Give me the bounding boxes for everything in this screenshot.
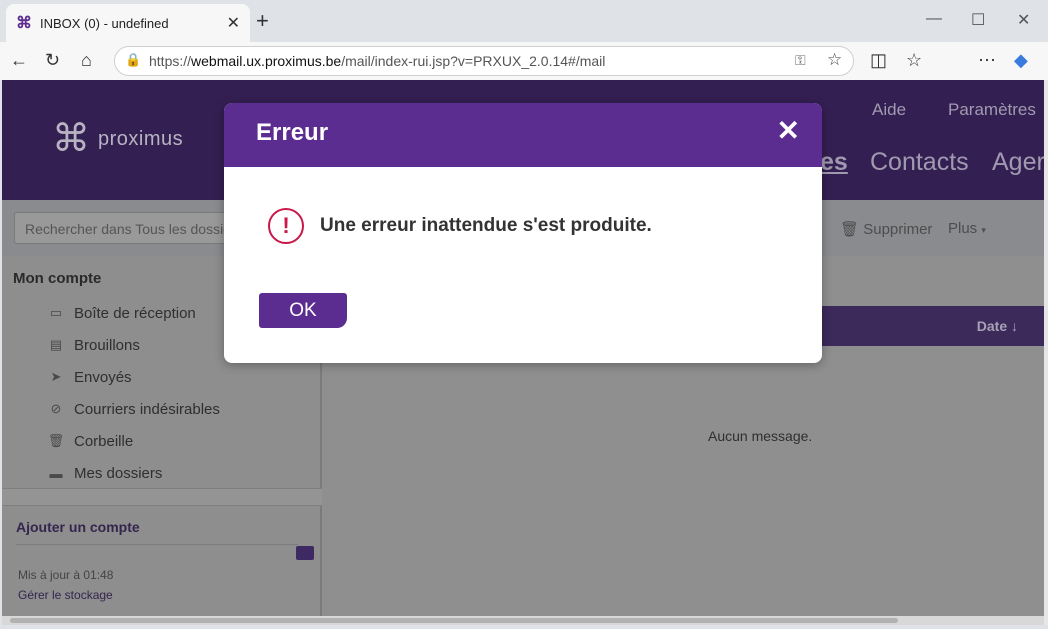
key-icon[interactable]: ⚿ [795,52,806,69]
window-close-icon[interactable]: ✕ [1017,10,1030,30]
close-icon[interactable]: ✕ [777,117,800,145]
date-sort-header[interactable]: Date ↓ [977,318,1018,334]
new-tab-icon[interactable]: + [256,10,269,32]
address-bar[interactable]: 🔒 https://webmail.ux.proximus.be/mail/in… [114,46,854,76]
alert-icon: ! [268,208,304,244]
nav-contacts[interactable]: Contacts [870,148,969,177]
help-link[interactable]: Aide [872,100,906,120]
tab-title: INBOX (0) - undefined [40,15,169,31]
chevron-down-icon: ▾ [981,225,986,235]
minimize-icon[interactable]: — [926,10,942,28]
browser-tab[interactable]: ⌘ INBOX (0) - undefined ✕ [6,4,250,42]
trash-icon: 🗑 [47,433,65,448]
last-updated-text: Mis à jour à 01:48 [18,568,114,582]
split-screen-icon[interactable]: ◫ [870,50,887,70]
search-input[interactable]: Rechercher dans Tous les dossiers [14,212,244,244]
settings-link[interactable]: Paramètres [948,100,1036,120]
divider [16,544,298,545]
home-icon[interactable]: ⌂ [81,50,92,70]
more-label: Plus [948,220,978,237]
spam-icon: ⊘ [50,401,62,416]
sidebar-item-my-folders[interactable]: ▬ Mes dossiers [46,461,163,485]
tab-close-icon[interactable]: ✕ [227,13,240,33]
draft-icon: ▤ [49,337,63,352]
error-dialog: Erreur ✕ ! Une erreur inattendue s'est p… [224,103,822,363]
folder-icon: ▬ [49,465,63,481]
sidebar-item-trash[interactable]: 🗑 Corbeille [46,429,133,453]
empty-list-message: Aucun message. [708,428,813,444]
browser-toolbar: ← ↻ ⌂ 🔒 https://webmail.ux.proximus.be/m… [0,42,1048,80]
sidebar-item-label: Envoyés [74,368,132,386]
proximus-logo: ⌘ proximus [52,120,183,158]
sidebar-item-label: Mes dossiers [74,464,163,482]
manage-storage-link[interactable]: Gérer le stockage [18,588,113,602]
logo-text: proximus [98,127,184,150]
sidebar-separator [2,488,322,506]
dialog-header: Erreur ✕ [224,103,822,167]
more-menu-icon[interactable]: ⋯ [978,50,996,70]
dialog-title: Erreur [256,119,329,146]
send-icon: ➤ [50,369,62,384]
sidebar-item-label: Boîte de réception [74,304,196,322]
vertical-scrollbar[interactable] [1044,80,1048,625]
nav-messages[interactable]: es [820,148,848,177]
sidebar-item-label: Brouillons [74,336,140,354]
trash-icon: 🗑 [840,221,860,238]
lock-icon: 🔒 [125,52,142,67]
horizontal-scrollbar[interactable] [2,616,1044,625]
sidebar-item-label: Corbeille [74,432,134,450]
error-message: Une erreur inattendue s'est produite. [320,215,652,236]
sidebar-item-sent[interactable]: ➤ Envoyés [46,365,132,389]
sidebar-item-drafts[interactable]: ▤ Brouillons [46,333,140,357]
ok-button[interactable]: OK [259,293,347,328]
more-button[interactable]: Plus ▾ [948,220,986,237]
url-path: /mail/index-rui.jsp?v=PRXUX_2.0.14#/mail [341,53,606,69]
add-folder-icon[interactable] [296,546,314,560]
refresh-icon[interactable]: ↻ [45,50,60,70]
nav-agenda[interactable]: Ager [992,148,1044,177]
sidebar-heading: Mon compte [13,270,102,287]
browser-tab-bar: ⌘ INBOX (0) - undefined ✕ + — ☐ ✕ [0,0,1048,42]
url-host: webmail.ux.proximus.be [191,53,342,69]
back-icon[interactable]: ← [10,50,28,70]
copilot-icon[interactable]: ◆ [1014,50,1028,70]
sidebar-item-spam[interactable]: ⊘ Courriers indésirables [46,397,220,421]
favorite-star-icon[interactable]: ☆ [827,50,842,70]
proximus-logo-icon: ⌘ [52,118,90,160]
scrollbar-thumb[interactable] [10,618,898,623]
inbox-icon: ▭ [49,305,63,320]
maximize-icon[interactable]: ☐ [971,10,985,30]
favorites-icon[interactable]: ☆ [906,50,922,70]
proximus-favicon-icon: ⌘ [16,15,32,32]
delete-label: Supprimer [863,221,933,238]
sidebar-item-inbox[interactable]: ▭ Boîte de réception [46,301,196,325]
sidebar-item-label: Courriers indésirables [74,400,220,418]
url-prefix: https:// [149,53,192,69]
add-account-link[interactable]: Ajouter un compte [16,519,140,535]
delete-button[interactable]: 🗑 Supprimer [840,220,932,238]
